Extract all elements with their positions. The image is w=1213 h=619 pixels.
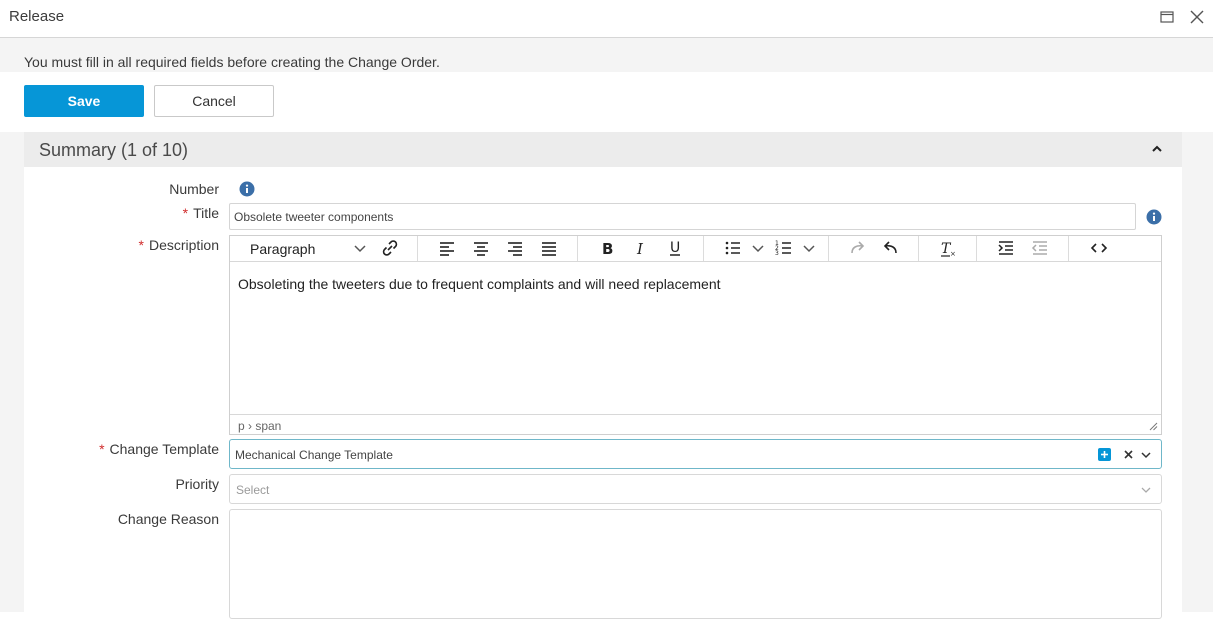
chevron-down-icon[interactable] — [1140, 484, 1152, 496]
svg-text:B: B — [602, 240, 613, 258]
editor-statusbar: p › span — [230, 414, 1161, 435]
outdent-icon[interactable] — [1030, 238, 1050, 258]
align-center-icon[interactable] — [471, 238, 491, 258]
priority-select[interactable]: Select — [229, 474, 1162, 504]
number-label: Number — [169, 181, 219, 197]
number-info-icon[interactable] — [239, 181, 255, 197]
notice-bar: You must fill in all required fields bef… — [0, 38, 1213, 72]
chevron-down-icon[interactable] — [748, 238, 768, 258]
redo-icon[interactable] — [848, 238, 868, 258]
change-template-label: * Change Template — [99, 441, 219, 457]
title-info-icon[interactable] — [1146, 209, 1162, 225]
source-code-icon[interactable] — [1089, 238, 1109, 258]
priority-placeholder: Select — [236, 483, 270, 497]
clear-formatting-icon[interactable]: T × — [938, 238, 958, 258]
description-label: * Description — [138, 237, 219, 253]
section-title: Summary (1 of 10) — [39, 140, 189, 160]
change-template-select[interactable]: Mechanical Change Template — [229, 439, 1162, 469]
indent-icon[interactable] — [996, 238, 1016, 258]
undo-icon[interactable] — [880, 238, 900, 258]
chevron-up-icon[interactable] — [1149, 141, 1165, 157]
required-fields-notice: You must fill in all required fields bef… — [24, 54, 440, 70]
chevron-down-icon[interactable] — [799, 238, 819, 258]
change-reason-textarea[interactable] — [229, 509, 1162, 619]
editor-toolbar: Paragraph B I U 1 2 3 T × — [230, 236, 1161, 262]
chevron-down-icon[interactable] — [350, 238, 370, 258]
align-justify-icon[interactable] — [539, 238, 559, 258]
change-reason-label: Change Reason — [117, 511, 219, 527]
title-input[interactable]: Obsolete tweeter components — [229, 203, 1136, 230]
cancel-button[interactable]: Cancel — [154, 85, 274, 117]
align-left-icon[interactable] — [437, 238, 457, 258]
svg-text:U: U — [670, 240, 680, 256]
numbered-list-icon[interactable]: 1 2 3 — [774, 238, 794, 258]
clear-icon[interactable] — [1123, 449, 1134, 460]
underline-icon[interactable]: U — [665, 238, 685, 258]
save-button[interactable]: Save — [24, 85, 144, 117]
bold-icon[interactable]: B — [597, 238, 617, 258]
resize-grip-icon[interactable] — [1148, 421, 1158, 431]
window-title: Release — [9, 8, 65, 25]
section-header-summary[interactable]: Summary (1 of 10) — [24, 132, 1182, 167]
priority-label: Priority — [175, 476, 219, 492]
paragraph-format-select[interactable]: Paragraph — [250, 241, 315, 257]
change-template-value: Mechanical Change Template — [235, 448, 393, 462]
title-input-value: Obsolete tweeter components — [234, 210, 394, 224]
window-titlebar: Release — [0, 0, 1213, 38]
svg-text:3: 3 — [775, 250, 779, 257]
title-label: * Title — [182, 205, 219, 221]
description-editor-content[interactable]: Obsoleting the tweeters due to frequent … — [238, 276, 721, 292]
close-icon[interactable] — [1188, 8, 1206, 26]
maximize-icon[interactable] — [1158, 8, 1176, 26]
link-icon[interactable] — [380, 238, 400, 258]
add-icon[interactable] — [1098, 448, 1111, 461]
element-path[interactable]: p › span — [238, 419, 281, 433]
svg-text:I: I — [636, 240, 644, 258]
italic-icon[interactable]: I — [631, 238, 651, 258]
svg-text:×: × — [950, 250, 956, 258]
chevron-down-icon[interactable] — [1140, 449, 1152, 461]
bullet-list-icon[interactable] — [723, 238, 743, 258]
align-right-icon[interactable] — [505, 238, 525, 258]
description-editor[interactable]: Paragraph B I U 1 2 3 T × Obsoleting the… — [229, 235, 1162, 435]
